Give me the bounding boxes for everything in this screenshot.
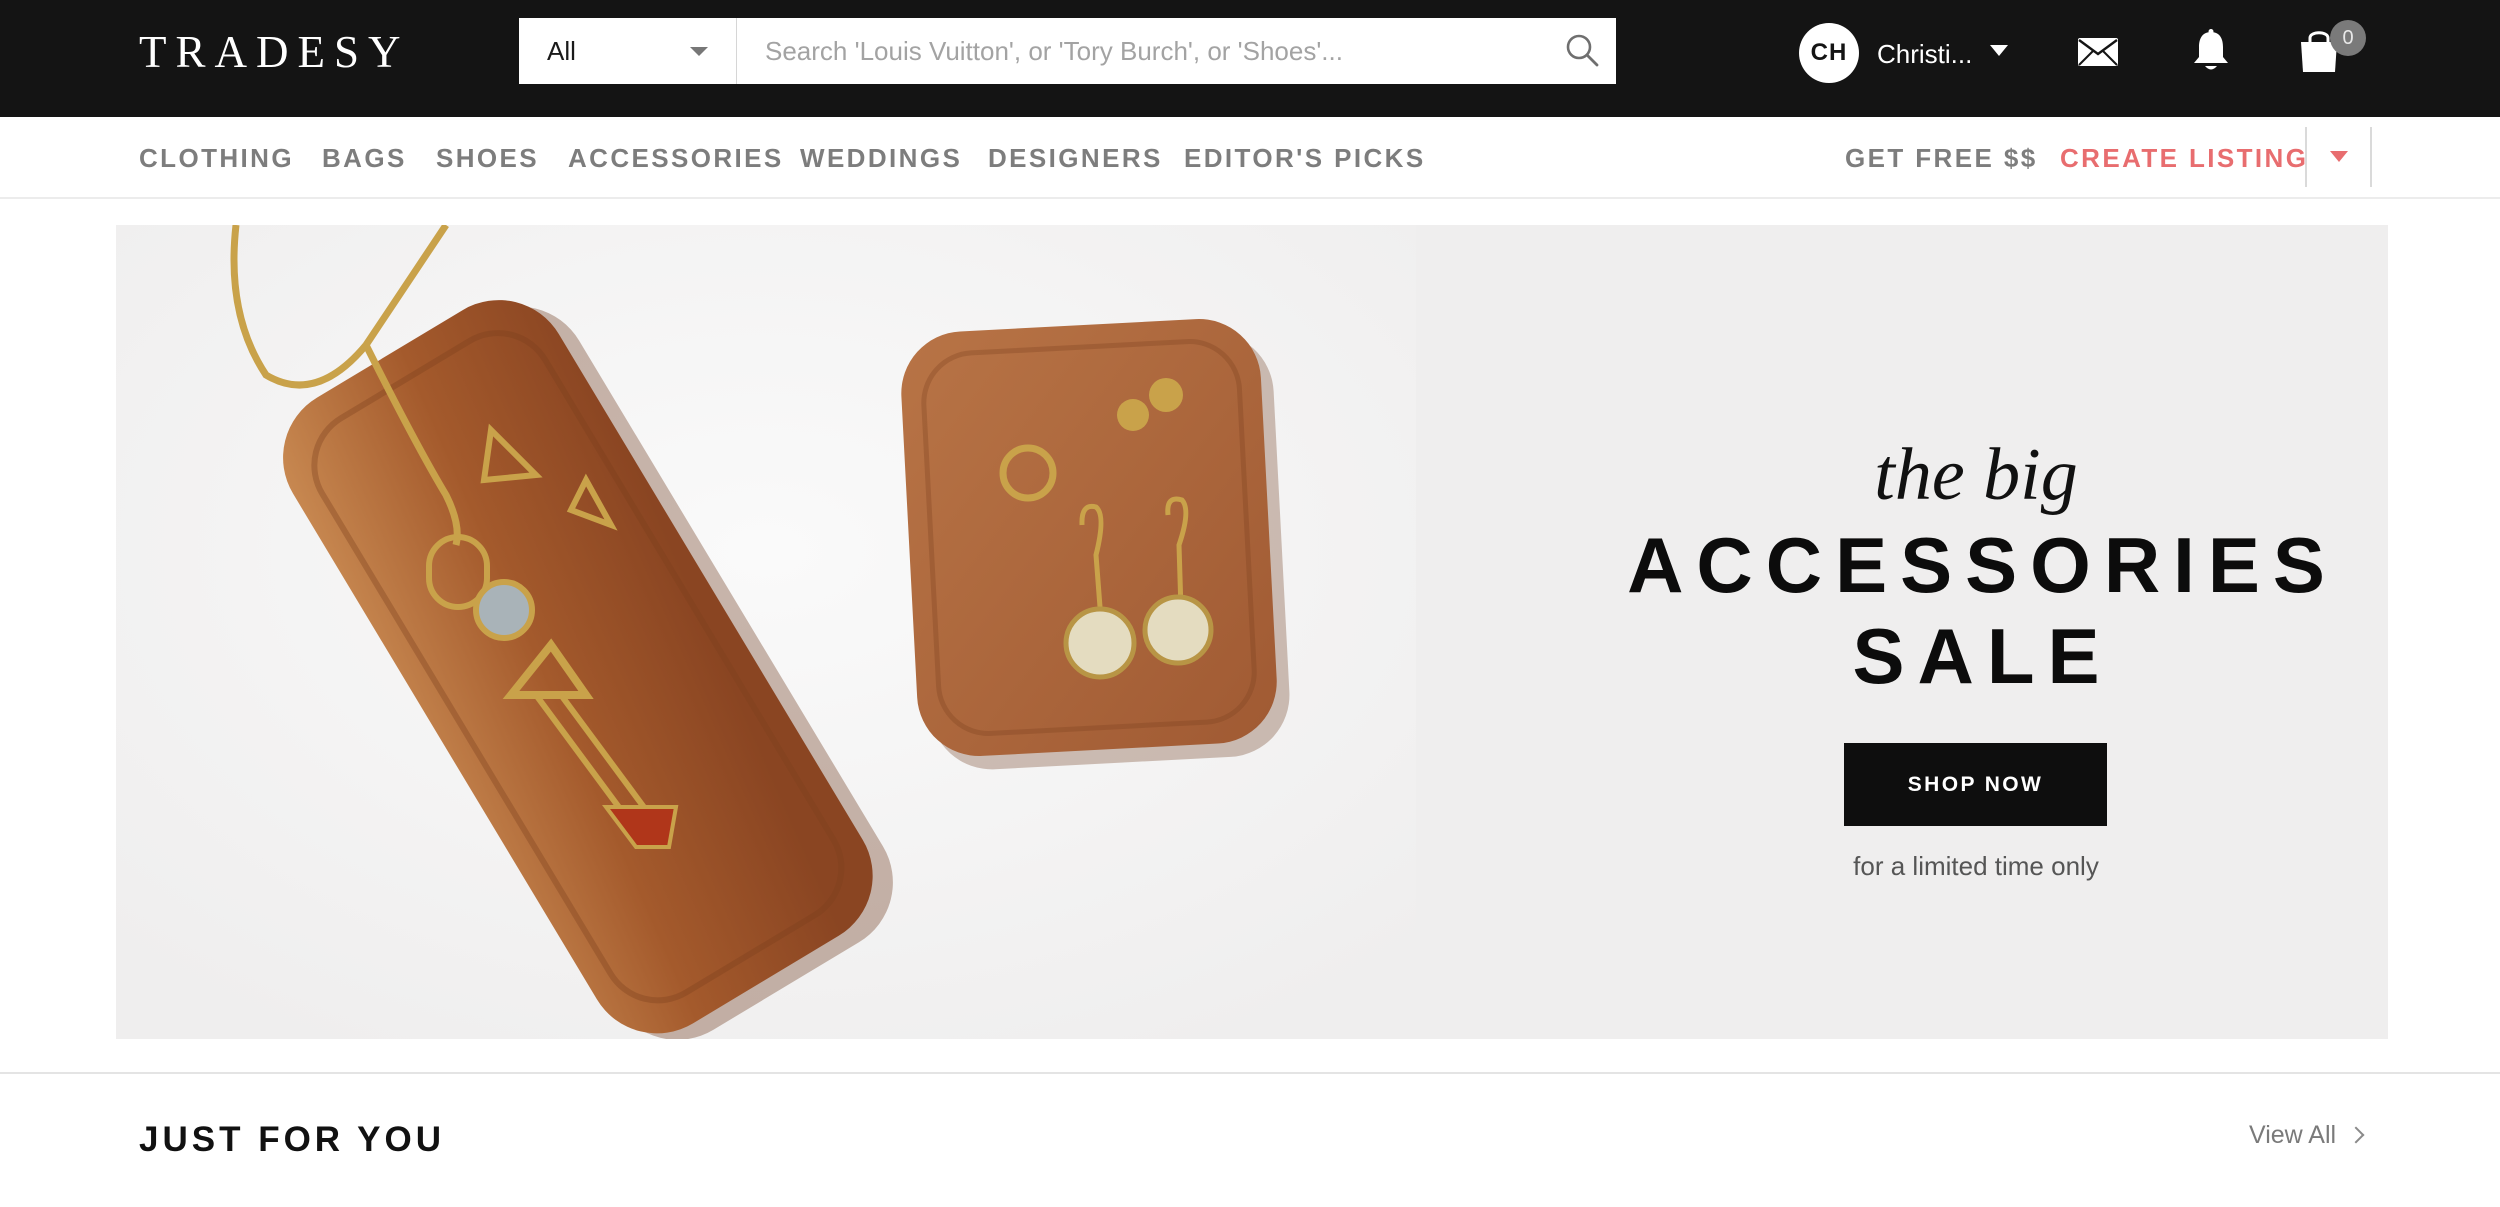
tradesy-logo[interactable]: TRADESY	[139, 26, 410, 78]
nav-item-weddings[interactable]: WEDDINGS	[800, 143, 962, 173]
chevron-right-icon	[2347, 1126, 2365, 1144]
user-menu-chevron-icon[interactable]	[1990, 45, 2008, 56]
search-icon[interactable]	[1560, 28, 1606, 74]
hero-title-line-2: SALE	[1852, 612, 2113, 700]
cart-count-badge: 0	[2330, 20, 2366, 56]
mail-icon[interactable]	[2077, 36, 2119, 68]
search-input[interactable]	[737, 18, 1616, 84]
search-category-value: All	[547, 35, 576, 66]
create-listing-button[interactable]: CREATE LISTING	[2060, 143, 2308, 173]
hero-jewelry-image	[116, 225, 1416, 1039]
section-title: JUST FOR YOU	[139, 1120, 446, 1159]
hero-note: for a limited time only	[1853, 851, 2099, 881]
top-bar: TRADESY All CH Christi... 0	[0, 0, 2500, 117]
nav-item-clothing[interactable]: CLOTHING	[139, 143, 294, 173]
nav-item-editors-picks[interactable]: EDITOR'S PICKS	[1184, 143, 1426, 173]
hero-title-line-1: ACCESSORIES	[1627, 521, 2338, 609]
nav-divider	[2305, 127, 2307, 187]
chevron-down-icon	[690, 47, 708, 56]
section-divider	[0, 1072, 2500, 1074]
avatar[interactable]: CH	[1799, 23, 1859, 83]
create-listing-chevron-icon[interactable]	[2330, 151, 2348, 162]
shop-now-button[interactable]: SHOP NOW	[1844, 743, 2107, 826]
nav-item-accessories[interactable]: ACCESSORIES	[568, 143, 784, 173]
hero-banner[interactable]: the big ACCESSORIES SALE SHOP NOW for a …	[116, 225, 2388, 1039]
user-name[interactable]: Christi...	[1877, 38, 1972, 70]
nav-item-bags[interactable]: BAGS	[322, 143, 407, 173]
nav-item-shoes[interactable]: SHOES	[436, 143, 539, 173]
nav-divider	[2370, 127, 2372, 187]
nav-item-designers[interactable]: DESIGNERS	[988, 143, 1163, 173]
search-category-select[interactable]: All	[519, 18, 737, 84]
hero-subtitle: the big	[1874, 434, 2078, 516]
category-nav: CLOTHING BAGS SHOES ACCESSORIES WEDDINGS…	[0, 117, 2500, 199]
hero-text-block: the big ACCESSORIES SALE SHOP NOW for a …	[1436, 225, 2388, 1039]
view-all-label: View All	[2249, 1121, 2337, 1149]
view-all-link[interactable]: View All	[2249, 1120, 2365, 1150]
bell-icon[interactable]	[2191, 28, 2231, 74]
get-free-money-link[interactable]: GET FREE $$	[1845, 143, 2038, 173]
